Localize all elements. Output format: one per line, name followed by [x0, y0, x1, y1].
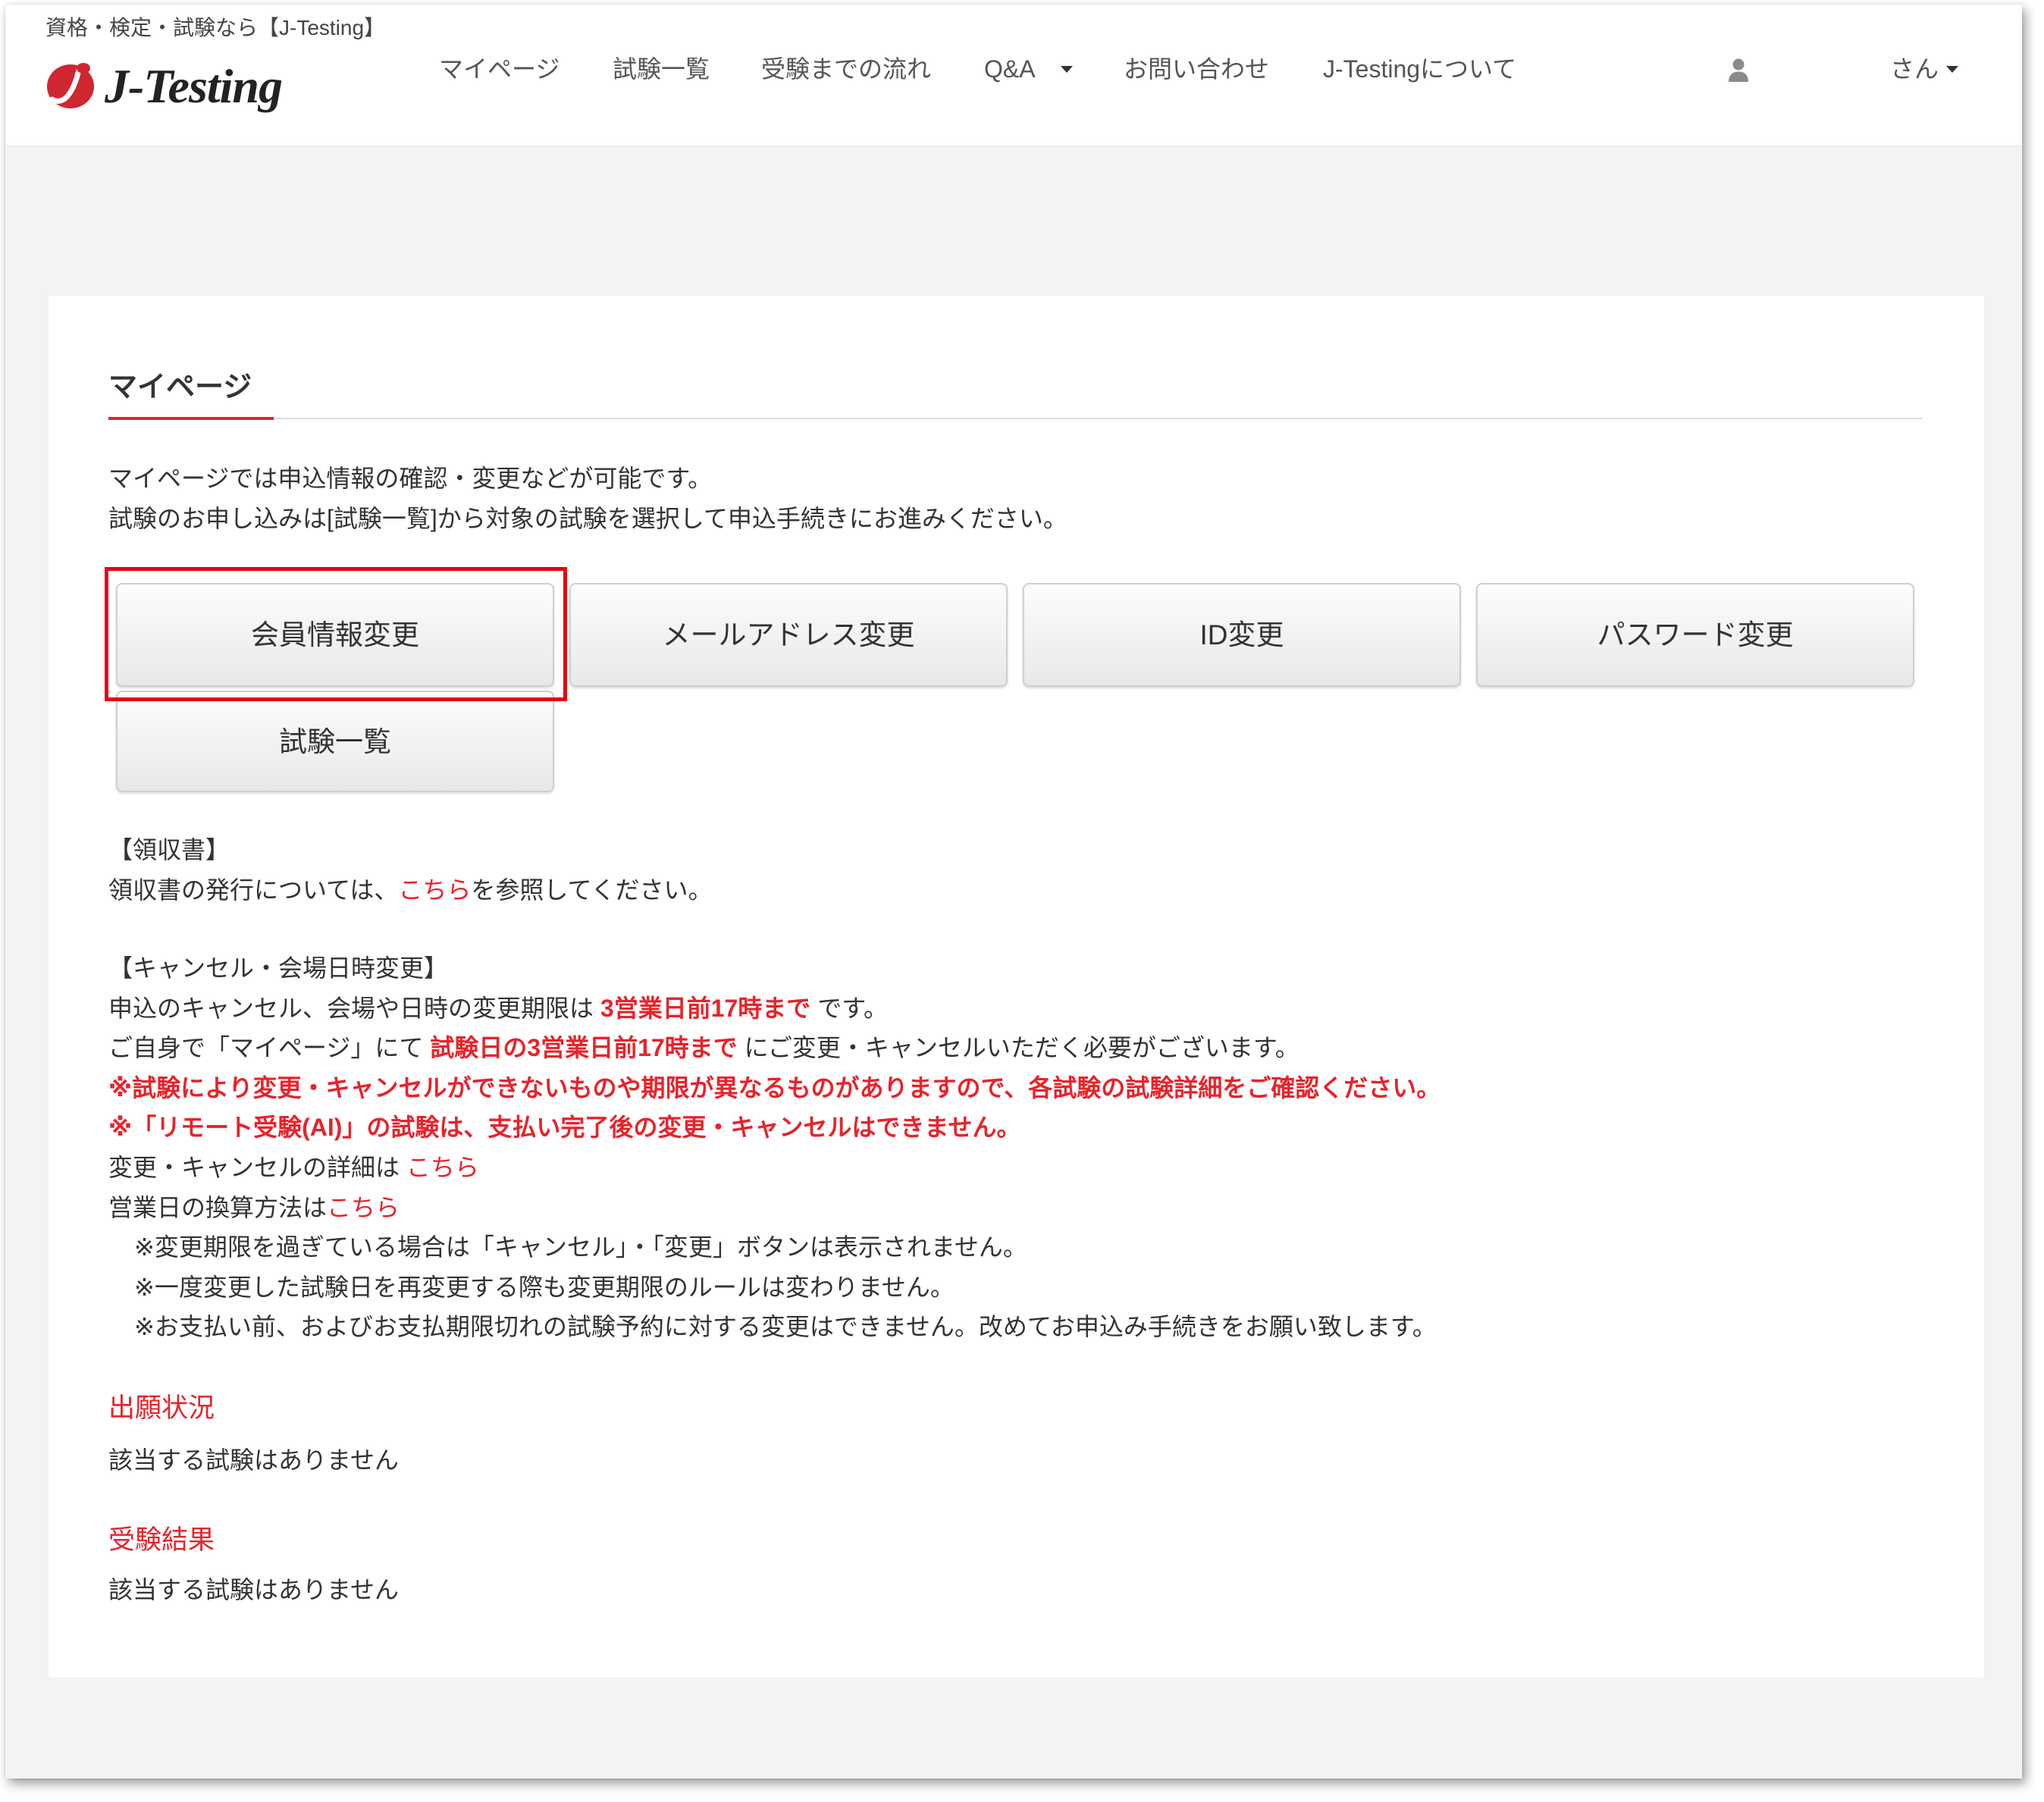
- nav-mypage[interactable]: マイページ: [439, 54, 560, 84]
- self-service-emphasis: 試験日の3営業日前17時まで: [430, 1034, 738, 1062]
- id-change-button[interactable]: ID変更: [1023, 583, 1461, 687]
- application-status-empty: 該当する試験はありません: [108, 1446, 400, 1474]
- receipt-link[interactable]: こちら: [398, 876, 471, 904]
- password-change-button[interactable]: パスワード変更: [1476, 583, 1914, 687]
- receipt-text-before: 領収書の発行については、: [108, 876, 399, 904]
- caret-down-icon: [1946, 66, 1959, 74]
- business-days-before: 営業日の換算方法は: [108, 1193, 328, 1221]
- caret-down-icon: [1060, 66, 1073, 74]
- exam-list-button[interactable]: 試験一覧: [116, 691, 554, 792]
- cancel-deadline-after: です。: [810, 994, 889, 1022]
- self-service-text: ご自身で「マイページ」にて 試験日の3営業日前17時まで にご変更・キャンセルい…: [108, 1028, 1441, 1068]
- intro-text: マイページでは申込情報の確認・変更などが可能です。 試験のお申し込みは[試験一覧…: [108, 459, 1067, 538]
- user-name-label: さん: [1890, 55, 1939, 83]
- note-text: ※一度変更した試験日を再変更する際も変更期限のルールは変わりません。: [134, 1273, 955, 1301]
- title-underline: [108, 417, 1923, 420]
- user-menu-dropdown[interactable]: さん: [1890, 54, 1959, 84]
- cancel-deadline-text: 申込のキャンセル、会場や日時の変更期限は 3営業日前17時まで です。: [108, 989, 1441, 1029]
- cancel-details-link[interactable]: こちら: [406, 1154, 479, 1181]
- cancel-heading: 【キャンセル・会場日時変更】: [108, 954, 449, 982]
- intro-line: 試験のお申し込みは[試験一覧]から対象の試験を選択して申込手続きにお進みください…: [108, 504, 1067, 532]
- warning-text: ※試験により変更・キャンセルができないものや期限が異なるものがありますので、各試…: [108, 1073, 1441, 1102]
- self-service-before: ご自身で「マイページ」にて: [108, 1034, 431, 1062]
- cancel-section: 【キャンセル・会場日時変更】 申込のキャンセル、会場や日時の変更期限は 3営業日…: [108, 948, 1441, 1347]
- cancel-deadline-before: 申込のキャンセル、会場や日時の変更期限は: [108, 994, 600, 1022]
- cancel-details-text: 変更・キャンセルの詳細は こちら: [108, 1148, 1441, 1188]
- receipt-heading: 【領収書】: [108, 836, 230, 863]
- self-service-after: にご変更・キャンセルいただく必要がございます。: [737, 1034, 1299, 1062]
- business-days-link[interactable]: こちら: [327, 1194, 400, 1221]
- site-header: 資格・検定・試験なら【J-Testing】 J-Testing マイページ 試験…: [5, 5, 2022, 146]
- results-link[interactable]: 受験結果: [108, 1521, 399, 1560]
- nav-qa-dropdown[interactable]: Q&A: [984, 54, 1073, 84]
- note-text: ※変更期限を過ぎている場合は「キャンセル」・「変更」ボタンは表示されません。: [134, 1233, 1027, 1261]
- nav-exam-list[interactable]: 試験一覧: [613, 54, 710, 84]
- page-title: マイページ: [108, 371, 252, 403]
- receipt-text: 領収書の発行については、こちらを参照してください。: [108, 870, 713, 910]
- logo-text: J-Testing: [105, 59, 283, 113]
- results-empty: 該当する試験はありません: [108, 1576, 400, 1603]
- application-status-section: 出願状況 該当する試験はありません: [108, 1389, 399, 1480]
- user-icon[interactable]: [1727, 58, 1750, 82]
- member-info-change-button[interactable]: 会員情報変更: [116, 583, 554, 687]
- title-underline-accent: [108, 417, 274, 420]
- nav-contact[interactable]: お問い合わせ: [1124, 54, 1269, 84]
- cancel-deadline-emphasis: 3営業日前17時まで: [600, 994, 811, 1022]
- warning-text: ※「リモート受験(AI)」の試験は、支払い完了後の変更・キャンセルはできません。: [108, 1114, 1021, 1142]
- site-tagline: 資格・検定・試験なら【J-Testing】: [45, 16, 386, 39]
- site-logo[interactable]: J-Testing: [45, 58, 303, 118]
- browser-page: 資格・検定・試験なら【J-Testing】 J-Testing マイページ 試験…: [5, 5, 2022, 1778]
- email-change-button[interactable]: メールアドレス変更: [569, 583, 1008, 687]
- note-text: ※お支払い前、およびお支払期限切れの試験予約に対する変更はできません。改めてお申…: [134, 1313, 1437, 1341]
- business-days-text: 営業日の換算方法はこちら: [108, 1188, 1441, 1228]
- nav-exam-flow[interactable]: 受験までの流れ: [761, 54, 931, 84]
- intro-line: マイページでは申込情報の確認・変更などが可能です。: [108, 465, 713, 492]
- receipt-section: 【領収書】 領収書の発行については、こちらを参照してください。: [108, 830, 713, 910]
- receipt-text-after: を参照してください。: [471, 876, 713, 904]
- nav-about[interactable]: J-Testingについて: [1323, 54, 1516, 84]
- cancel-details-before: 変更・キャンセルの詳細は: [108, 1153, 406, 1181]
- results-section: 受験結果 該当する試験はありません: [108, 1521, 399, 1609]
- application-status-link[interactable]: 出願状況: [108, 1389, 399, 1428]
- logo-mark-icon: [47, 61, 94, 108]
- nav-qa-label: Q&A: [984, 55, 1036, 83]
- mypage-card: マイページ マイページでは申込情報の確認・変更などが可能です。 試験のお申し込み…: [49, 296, 1984, 1678]
